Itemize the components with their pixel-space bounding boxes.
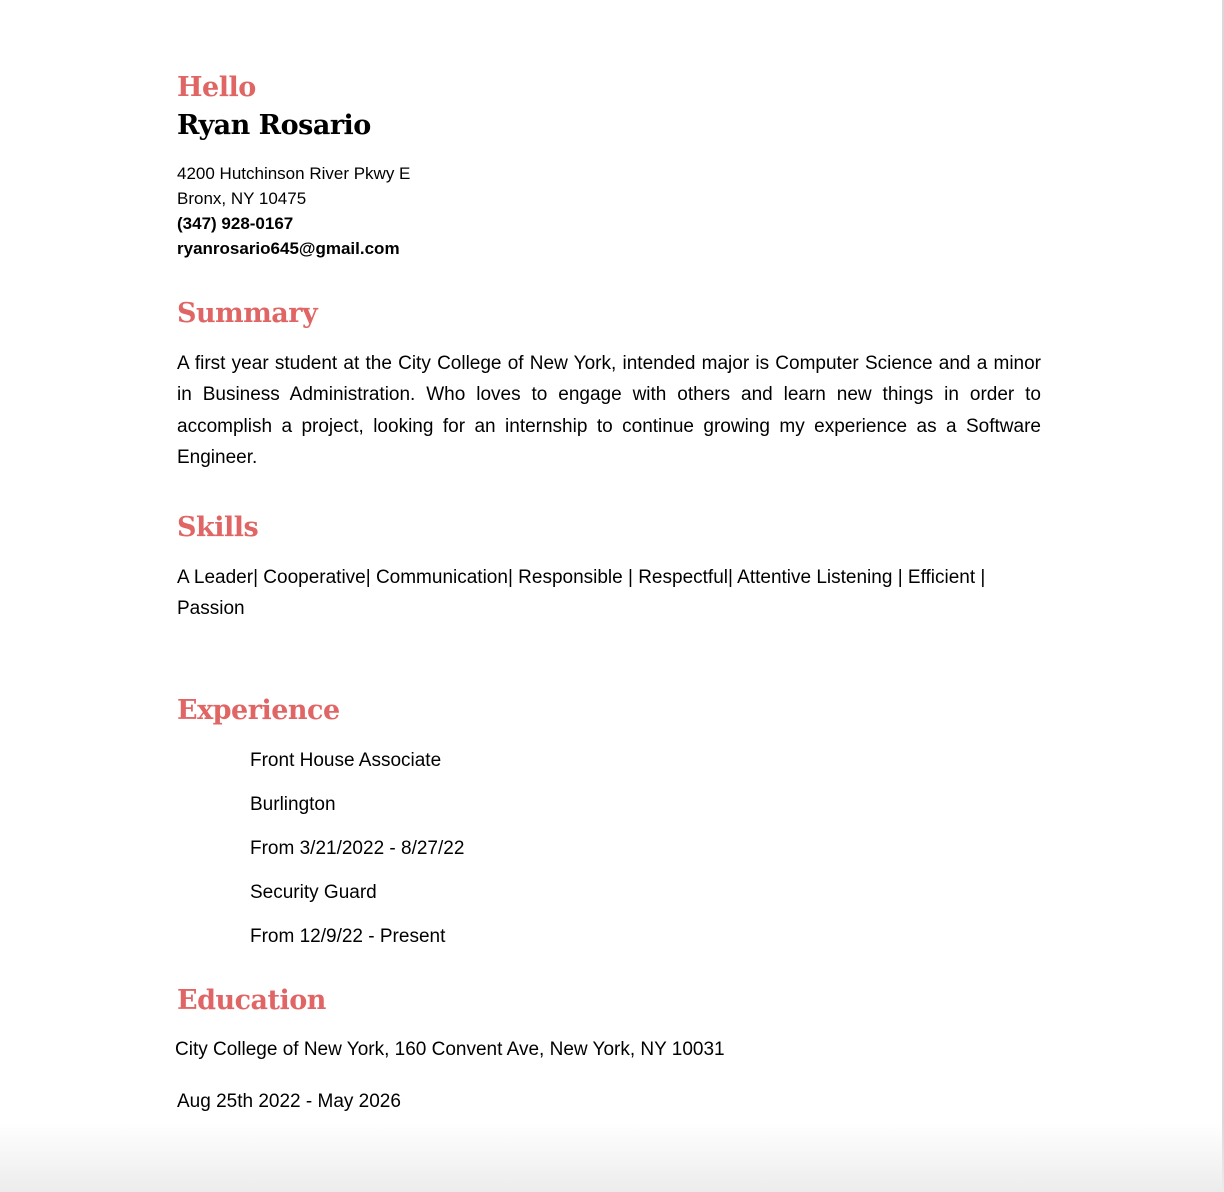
experience-item-job-title-1: Front House Associate	[250, 750, 442, 771]
skills-heading: Skills	[177, 512, 259, 543]
address-line-1: 4200 Hutchinson River Pkwy E	[177, 164, 411, 183]
skills-text: A Leader| Cooperative| Communication| Re…	[177, 567, 986, 619]
summary-text: A first year student at the City College…	[177, 353, 1041, 468]
contact-block: 4200 Hutchinson River Pkwy E Bronx, NY 1…	[177, 161, 410, 261]
address-line-2: Bronx, NY 10475	[177, 189, 307, 208]
experience-list: Front House Associate Burlington From 3/…	[250, 745, 464, 965]
education-school: City College of New York, 160 Convent Av…	[175, 1039, 725, 1060]
summary-heading: Summary	[177, 298, 318, 329]
page-bottom-fade	[0, 1122, 1224, 1192]
name-heading: Ryan Rosario	[177, 110, 371, 141]
experience-heading: Experience	[177, 695, 340, 726]
experience-item-dates-2: From 12/9/22 - Present	[250, 926, 446, 947]
education-dates: Aug 25th 2022 - May 2026	[177, 1091, 401, 1112]
phone-number: (347) 928-0167	[177, 214, 294, 233]
education-heading: Education	[177, 985, 326, 1016]
greeting-heading: Hello	[177, 72, 256, 103]
experience-item-employer-1: Burlington	[250, 794, 336, 815]
experience-item-dates-1: From 3/21/2022 - 8/27/22	[250, 838, 465, 859]
resume-page: Hello Ryan Rosario 4200 Hutchinson River…	[0, 0, 1224, 1192]
email-address: ryanrosario645@gmail.com	[177, 239, 400, 258]
experience-item-job-title-2: Security Guard	[250, 882, 377, 903]
